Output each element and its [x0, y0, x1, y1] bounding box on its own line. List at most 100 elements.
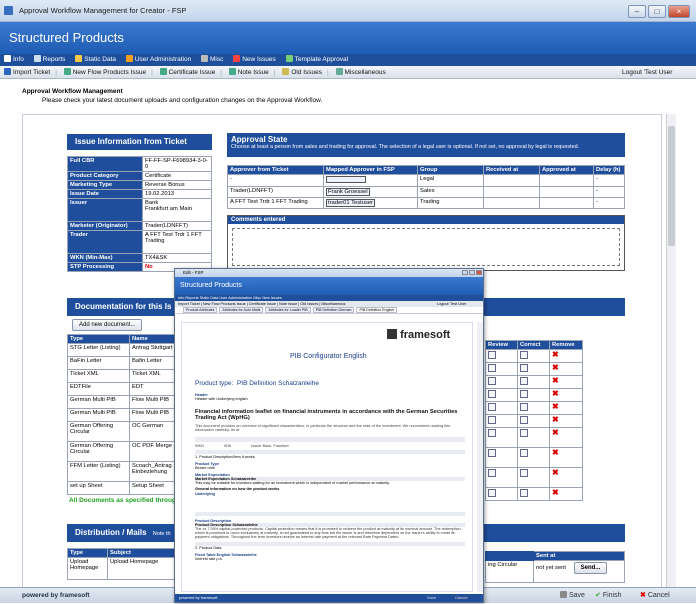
edit-icon[interactable]: [520, 449, 528, 457]
logout-link[interactable]: Logout 'Test User: [622, 66, 672, 79]
edit-icon[interactable]: [520, 377, 528, 385]
menu-note-issue[interactable]: Note Issue: [228, 68, 269, 76]
review-icon[interactable]: [488, 416, 496, 424]
page-subtitle: Please check your latest document upload…: [42, 97, 323, 104]
save-icon: [560, 591, 567, 598]
trading-approver-select[interactable]: trader01 Testuser: [326, 199, 376, 207]
tab-pib-german[interactable]: PIB Definition German: [312, 307, 355, 313]
edit-icon[interactable]: [520, 489, 528, 497]
popup-footer: powered by framesoft Save Cancel: [175, 594, 483, 602]
popup-scrollbar[interactable]: [477, 322, 483, 592]
review-icon[interactable]: [488, 429, 496, 437]
remove-icon[interactable]: ✖: [552, 376, 559, 385]
send-button[interactable]: Send...: [573, 562, 608, 574]
legal-approver-select[interactable]: [326, 176, 366, 183]
review-icon[interactable]: [488, 390, 496, 398]
menu-info[interactable]: Info: [4, 55, 24, 63]
approval-note: Choose at least a person from sales and …: [231, 144, 580, 150]
review-icon[interactable]: [488, 469, 496, 477]
remove-icon[interactable]: ✖: [552, 428, 559, 437]
finish-button[interactable]: ✔ Finish: [595, 590, 622, 602]
remove-icon[interactable]: ✖: [552, 448, 559, 457]
close-button[interactable]: ×: [668, 5, 690, 18]
cancel-button[interactable]: ✖ Cancel: [640, 590, 670, 602]
edit-icon[interactable]: [520, 364, 528, 372]
remove-icon[interactable]: ✖: [552, 363, 559, 372]
table-header-row: Review Correct Remove: [485, 340, 583, 350]
sent-status: not yet sent: [536, 565, 566, 571]
tab-auto-mails[interactable]: Attributes for Auto Mails: [219, 307, 264, 313]
table-row: BaFin Letter Bafin Letter: [67, 356, 179, 370]
maximize-button[interactable]: □: [648, 5, 666, 18]
table-row: Upload Homepage Upload Homepage: [67, 557, 179, 580]
tab-pib-english[interactable]: PIB Definition English: [356, 307, 398, 313]
documentation-table: Type Name STG Letter (Listing) Antrag Stut…: [67, 334, 179, 495]
table-row: ✖: [485, 447, 583, 468]
comments-area[interactable]: [232, 228, 620, 266]
remove-icon[interactable]: ✖: [552, 488, 559, 497]
tab-loader-pib[interactable]: Attributes for Loader PIB: [265, 307, 311, 313]
table-row: ✖: [485, 375, 583, 389]
remove-icon[interactable]: ✖: [552, 402, 559, 411]
remove-icon[interactable]: ✖: [552, 350, 559, 359]
menu-new-issues[interactable]: New Issues: [233, 55, 276, 63]
menu-certificate-issue[interactable]: Certificate Issue: [159, 68, 215, 76]
user-icon: [125, 55, 133, 62]
edit-icon[interactable]: [520, 403, 528, 411]
remove-icon[interactable]: ✖: [552, 415, 559, 424]
remove-icon[interactable]: ✖: [552, 389, 559, 398]
popup-sub-menu: Import Ticket | New Flow Products Issue …: [175, 301, 483, 307]
popup-close-button[interactable]: [476, 270, 482, 275]
vertical-scrollbar[interactable]: [666, 114, 676, 592]
approval-panel: Approval State Choose at least a person …: [227, 133, 625, 271]
edit-icon[interactable]: [520, 429, 528, 437]
edit-icon[interactable]: [520, 469, 528, 477]
edit-icon[interactable]: [520, 416, 528, 424]
comments-header: Comments entered: [228, 216, 624, 224]
app-banner: Structured Products: [0, 22, 696, 54]
window-titlebar: Approval Workflow Management for Creator…: [0, 0, 696, 22]
table-row: Full CBR FF-FF-SP-F698934-3-0-0: [67, 156, 212, 172]
popup-cancel-button[interactable]: Cancel: [455, 594, 467, 602]
edit-icon[interactable]: [520, 351, 528, 359]
save-button[interactable]: Save: [560, 590, 585, 602]
popup-minimize-button[interactable]: [462, 270, 468, 275]
table-row: ✖: [485, 427, 583, 448]
review-icon[interactable]: [488, 403, 496, 411]
table-row: Product Category Certificate: [67, 171, 212, 181]
review-icon[interactable]: [488, 377, 496, 385]
certificate-icon: [159, 68, 167, 75]
tab-product-attributes[interactable]: Product Attributes: [183, 307, 218, 313]
table-row: EDTFile EDT: [67, 382, 179, 396]
menu-new-flow-products-issue[interactable]: New Flow Products Issue: [63, 68, 146, 76]
sales-approver-select[interactable]: Frank Groessel: [326, 188, 370, 196]
menu-reports[interactable]: Reports: [33, 55, 65, 63]
popup-save-button[interactable]: Save: [427, 594, 436, 602]
menu-import-ticket[interactable]: Import Ticket: [4, 68, 50, 76]
table-row: Marketer (Originator) Trader(LDNFFT): [67, 221, 212, 231]
menu-template-approval[interactable]: Template Approval: [285, 55, 348, 63]
arrow-right-icon: [4, 68, 11, 75]
review-icon[interactable]: [488, 449, 496, 457]
table-header-row: Type Subject: [67, 548, 179, 558]
table-row: A FFT Test Trdr 1 FFT Trading trader01 T…: [227, 197, 625, 209]
menu-user-administration[interactable]: User Administration: [125, 55, 191, 63]
approval-header: Approval State Choose at least a person …: [227, 133, 625, 157]
menu-misc[interactable]: Misc: [201, 55, 223, 63]
review-icon[interactable]: [488, 489, 496, 497]
add-document-button[interactable]: Add new document...: [72, 319, 143, 331]
menu-static-data[interactable]: Static Data: [75, 55, 116, 63]
table-row: set up Sheet Setup Sheet: [67, 481, 179, 495]
review-icon[interactable]: [488, 351, 496, 359]
edit-icon[interactable]: [520, 390, 528, 398]
review-icon[interactable]: [488, 364, 496, 372]
menu-old-issues[interactable]: Old Issues: [282, 68, 322, 76]
popup-maximize-button[interactable]: [469, 270, 475, 275]
issue-info-table: Full CBR FF-FF-SP-F698934-3-0-0 Product C…: [67, 156, 212, 272]
remove-icon[interactable]: ✖: [552, 468, 559, 477]
menu-miscellaneous[interactable]: Miscellaneous: [335, 68, 386, 76]
issue-info-header: Issue Information from Ticket: [67, 134, 212, 150]
minimize-button[interactable]: –: [628, 5, 646, 18]
popup-logout-link[interactable]: Logout 'Test User: [437, 301, 466, 307]
static-data-icon: [75, 55, 83, 62]
